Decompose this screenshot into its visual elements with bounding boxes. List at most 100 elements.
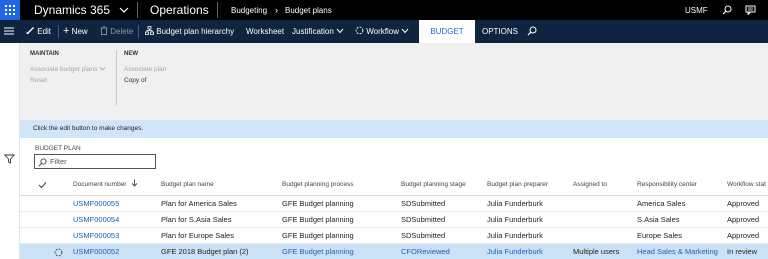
associate-budget-plans-label: Associate budget plans (30, 66, 98, 73)
budget-plan-name-cell: GFE 2018 Budget plan (2) (161, 247, 249, 256)
budget-plan-preparer-cell[interactable]: Julia Funderburk (487, 244, 543, 259)
column-header-budget-planning-stage[interactable]: Budget planning stage (401, 175, 466, 195)
search-icon[interactable] (527, 26, 537, 36)
budget-planning-process-cell: GFE Budget planning (282, 231, 354, 240)
tab-options[interactable]: OPTIONS (482, 20, 518, 43)
filter-input[interactable] (50, 156, 150, 167)
budget-planning-process-cell: GFE Budget planning (282, 215, 354, 224)
top-navigation-bar: Dynamics 365 Operations Budgeting › Budg… (0, 0, 768, 20)
delete-label: Delete (110, 27, 134, 36)
search-icon (38, 158, 47, 167)
left-sidebar (0, 43, 20, 259)
responsibility-center-cell: S.Asia Sales (637, 215, 680, 224)
workflow-status-cell: Approved (727, 231, 760, 240)
add-icon: + (63, 25, 70, 37)
sort-arrow-icon (131, 179, 138, 187)
budget-planning-stage-cell: SDSubmitted (401, 199, 446, 208)
workflow-label: Workflow (366, 27, 399, 36)
budget-planning-stage-cell[interactable]: CFOReviewed (401, 244, 450, 259)
budget-planning-stage-cell: SDSubmitted (401, 215, 446, 224)
budget-plan-preparer-cell: Julia Funderburk (487, 231, 543, 240)
responsibility-center-cell: America Sales (637, 199, 686, 208)
edit-label: Edit (37, 27, 52, 36)
waffle-icon[interactable] (0, 0, 20, 20)
breadcrumb-budgeting[interactable]: Budgeting (231, 6, 267, 15)
ribbon-panel: MAINTAIN Associate budget plans Reset NE… (20, 43, 768, 120)
document-number-link[interactable]: USMF000052 (73, 244, 119, 259)
budget-plan-name-cell: Plan for America Sales (161, 199, 237, 208)
action-pane: Edit + New Delete Budget plan hierarchy … (0, 20, 768, 59)
company-picker[interactable]: USMF (685, 6, 708, 15)
table-row[interactable]: USMF000054 Plan for S.Asia Sales GFE Bud… (20, 212, 768, 228)
column-header-budget-plan-name[interactable]: Budget plan name (161, 175, 214, 195)
divider (137, 2, 138, 18)
column-header-workflow-status[interactable]: Workflow stat (727, 175, 766, 195)
column-header-document-number[interactable]: Document number (73, 175, 138, 195)
worksheet-button[interactable]: Worksheet (246, 20, 284, 43)
workflow-menu[interactable]: Workflow (355, 20, 409, 43)
divider (217, 2, 218, 18)
budget-planning-process-cell: GFE Budget planning (282, 199, 354, 208)
select-all-checkmark-icon[interactable] (38, 181, 47, 189)
column-header-responsibility-center[interactable]: Responsibility center (637, 175, 697, 195)
delete-icon (100, 26, 108, 35)
budget-plan-name-cell: Plan for Europe Sales (161, 231, 234, 240)
grid-title: BUDGET PLAN (35, 145, 81, 152)
workflow-status-cell: Approved (727, 199, 760, 208)
chevron-down-icon (336, 28, 344, 34)
associate-plan-button[interactable]: Associate plan (124, 66, 166, 73)
workflow-icon (355, 26, 364, 35)
column-header-budget-plan-preparer[interactable]: Budget plan preparer (487, 175, 548, 195)
message-icon[interactable] (745, 5, 756, 15)
module-name[interactable]: Operations (150, 3, 209, 17)
new-label: New (71, 27, 88, 36)
chevron-down-icon[interactable] (119, 6, 129, 14)
responsibility-center-cell[interactable]: Head Sales & Marketing (637, 244, 718, 259)
table-row[interactable]: USMF000055 Plan for America Sales GFE Bu… (20, 196, 768, 212)
message-bar: Click the edit button to make changes. (20, 120, 768, 138)
workflow-status-cell: Approved (727, 215, 760, 224)
budget-plan-hierarchy-button[interactable]: Budget plan hierarchy (145, 20, 234, 43)
column-header-assigned-to[interactable]: Assigned to (573, 175, 607, 195)
breadcrumb-budget-plans[interactable]: Budget plans (285, 6, 332, 15)
document-number-link[interactable]: USMF000054 (73, 212, 119, 228)
hamburger-icon[interactable] (3, 26, 15, 36)
chevron-down-icon (99, 66, 106, 71)
search-icon[interactable] (722, 5, 732, 15)
justification-label: Justification (292, 27, 334, 36)
ribbon-group-maintain-title: MAINTAIN (30, 51, 59, 57)
table-row[interactable]: USMF000053 Plan for Europe Sales GFE Bud… (20, 228, 768, 244)
chevron-down-icon (401, 28, 409, 34)
reset-button[interactable]: Reset (30, 77, 47, 84)
breadcrumb-chevron-icon: › (275, 5, 278, 15)
message-text: Click the edit button to make changes. (33, 125, 144, 132)
divider (116, 50, 117, 105)
delete-button[interactable]: Delete (100, 20, 133, 43)
tab-budget-plan[interactable]: BUDGET PLAN (419, 20, 475, 59)
edit-button[interactable]: Edit (26, 20, 51, 43)
copy-of-button[interactable]: Copy of (124, 77, 146, 84)
filter-field[interactable] (34, 154, 156, 169)
workflow-status-cell: In review (727, 247, 758, 256)
table-row-selected[interactable]: USMF000052 GFE 2018 Budget plan (2) GFE … (20, 244, 768, 259)
budget-plan-preparer-cell: Julia Funderburk (487, 215, 543, 224)
column-header-budget-planning-process[interactable]: Budget planning process (282, 175, 354, 195)
document-number-link[interactable]: USMF000053 (73, 228, 119, 244)
worksheet-label: Worksheet (246, 27, 285, 36)
app-name[interactable]: Dynamics 365 (34, 3, 110, 17)
budget-planning-process-cell[interactable]: GFE Budget planning (282, 244, 354, 259)
document-number-link[interactable]: USMF000055 (73, 196, 119, 212)
ribbon-group-new-title: NEW (124, 51, 138, 57)
budget-plan-preparer-cell: Julia Funderburk (487, 199, 543, 208)
column-header-label: Document number (73, 181, 127, 188)
filter-icon[interactable] (4, 154, 15, 164)
associate-budget-plans-menu[interactable]: Associate budget plans (30, 66, 106, 73)
budget-plan-name-cell: Plan for S.Asia Sales (161, 215, 232, 224)
assigned-to-cell: Multiple users (573, 247, 620, 256)
justification-menu[interactable]: Justification (292, 20, 344, 43)
responsibility-center-cell: Europe Sales (637, 231, 683, 240)
budget-planning-stage-cell: SDSubmitted (401, 231, 446, 240)
loading-icon (54, 248, 63, 257)
divider (58, 25, 59, 38)
new-button[interactable]: + New (63, 20, 88, 43)
